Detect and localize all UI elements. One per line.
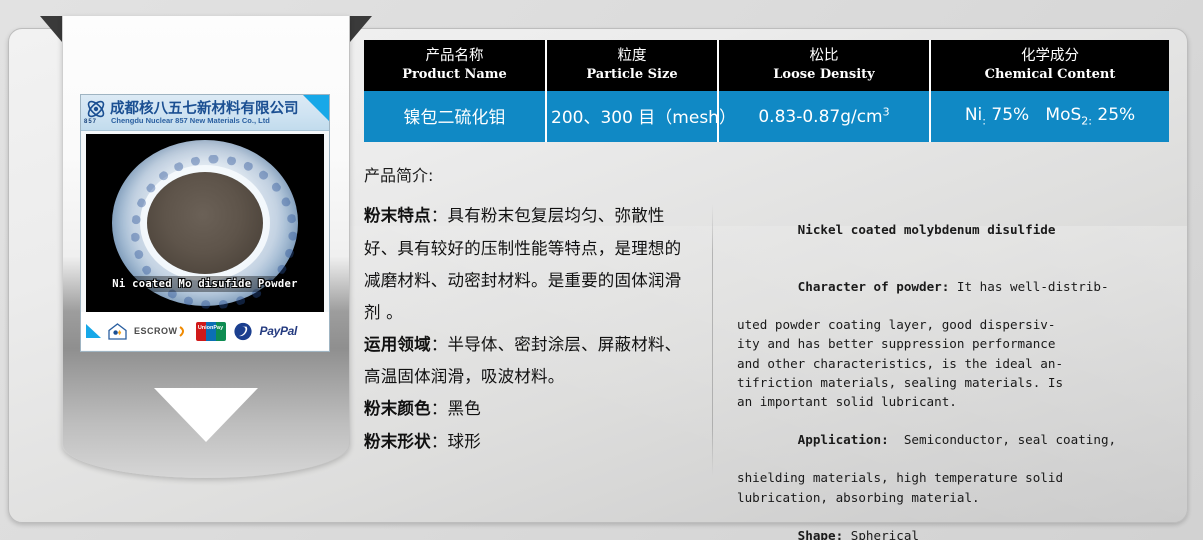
en-text-application-head: Semiconductor, seal coating,	[888, 432, 1117, 448]
header-en: Product Name	[402, 66, 507, 82]
header-en: Chemical Content	[984, 66, 1116, 82]
cn-paragraph-powder-character: 粉末特点：具有粉末包复层均匀、弥散性好、具有较好的压制性能等特点，是理想的减磨材…	[364, 200, 696, 329]
header-chemical-content: 化学成分 Chemical Content	[930, 40, 1169, 92]
payment-swirl-icon[interactable]	[233, 322, 253, 341]
cell-particle-size: 200、300 目（mesh）	[546, 91, 736, 143]
header-particle-size: 粒度 Particle Size	[546, 40, 719, 92]
density-exponent: 3	[882, 105, 890, 119]
en-text-character-head: It has well-distrib-	[949, 279, 1109, 295]
right-content: 产品名称 Product Name 粒度 Particle Size 松比 Lo…	[364, 40, 1176, 540]
en-title-text: Nickel coated molybdenum disulfide	[797, 221, 1056, 237]
cn-paragraph-color: 粉末颜色：黑色	[364, 393, 696, 425]
ribbon-fold-right-icon	[350, 16, 372, 42]
cn-paragraph-shape: 粉末形状：球形	[364, 426, 696, 458]
en-shape-line: Shape: Spherical	[737, 507, 1176, 540]
company-name-cn: 成都核八五七新材料有限公司	[110, 101, 299, 117]
product-card: 857 成都核八五七新材料有限公司 Chengdu Nuclear 857 Ne…	[80, 94, 330, 352]
down-arrow-icon	[154, 388, 258, 442]
en-value-shape: Spherical	[843, 527, 919, 540]
cell-chemical-content: Ni: 75% MoS2: 25%	[930, 91, 1169, 143]
en-character-body: uted powder coating layer, good dispersi…	[737, 317, 1064, 409]
description-columns: 粉末特点：具有粉末包复层均匀、弥散性好、具有较好的压制性能等特点，是理想的减磨材…	[364, 200, 1176, 540]
header-cn: 化学成分	[1021, 48, 1079, 64]
table-header-row: 产品名称 Product Name 粒度 Particle Size 松比 Lo…	[364, 40, 1169, 92]
english-description: Nickel coated molybdenum disulfide Chara…	[713, 200, 1176, 540]
cell-loose-density: 0.83-0.87g/cm3	[718, 91, 931, 143]
cn-text-shape: ：球形	[430, 431, 481, 451]
payment-badges-row: ESCROW UnionPay PayPal	[81, 312, 329, 350]
en-label-shape: Shape:	[797, 527, 844, 540]
cn-label-color: 粉末颜色	[364, 399, 431, 419]
en-application-body: shielding materials, high temperature so…	[737, 470, 1064, 505]
specification-table: 产品名称 Product Name 粒度 Particle Size 松比 Lo…	[364, 40, 1169, 143]
en-character-first-line: Character of powder: It has well-distrib…	[737, 258, 1176, 315]
ribbon-fold-left-icon	[40, 16, 62, 42]
header-cn: 松比	[809, 48, 839, 64]
header-cn: 粒度	[617, 48, 647, 64]
en-application-first-line: Application: Semiconductor, seal coating…	[737, 411, 1176, 468]
company-name-en: Chengdu Nuclear 857 New Materials Co., L…	[111, 116, 270, 125]
header-en: Particle Size	[586, 66, 678, 82]
card-header: 857 成都核八五七新材料有限公司 Chengdu Nuclear 857 Ne…	[81, 95, 329, 131]
cn-label-powder-character: 粉末特点	[364, 206, 431, 226]
header-loose-density: 松比 Loose Density	[718, 40, 931, 92]
chem-mos-value: 25%	[1097, 104, 1136, 125]
chem-ni-symbol: Ni	[964, 104, 983, 125]
unionpay-label: UnionPay	[195, 321, 226, 341]
chem-ni-value: 75%	[991, 104, 1030, 125]
value-product-name: 镍包二硫化钼	[403, 108, 506, 129]
cell-product-name: 镍包二硫化钼	[364, 91, 547, 143]
photo-caption: Ni coated Mo disufide Powder	[86, 276, 324, 292]
paypal-label: PayPal	[259, 324, 298, 338]
value-chemical-content: Ni: 75% MoS2: 25%	[964, 104, 1136, 128]
cn-label-application: 运用领域	[364, 335, 431, 355]
table-row: 镍包二硫化钼 200、300 目（mesh） 0.83-0.87g/cm3 Ni…	[364, 91, 1169, 143]
blue-triangle-icon	[303, 95, 329, 121]
en-label-application: Application:	[797, 432, 889, 448]
product-photo: Ni coated Mo disufide Powder	[86, 134, 324, 312]
left-ribbon-banner: 857 成都核八五七新材料有限公司 Chengdu Nuclear 857 Ne…	[40, 16, 372, 492]
alibaba-trust-house-icon[interactable]	[108, 322, 127, 340]
cn-label-shape: 粉末形状	[364, 431, 431, 451]
header-cn: 产品名称	[425, 48, 484, 64]
en-title: Nickel coated molybdenum disulfide	[737, 200, 1176, 257]
chem-mos-symbol: MoS	[1045, 104, 1082, 125]
density-number: 0.83-0.87g/cm	[758, 106, 883, 127]
paypal-badge[interactable]: PayPal	[260, 324, 298, 338]
logo-code-label: 857	[84, 119, 98, 125]
atom-icon	[85, 98, 107, 120]
value-loose-density: 0.83-0.87g/cm3	[758, 105, 890, 127]
cn-paragraph-application: 运用领域：半导体、密封涂层、屏蔽材料、高温固体润滑，吸波材料。	[364, 329, 696, 393]
value-particle-size: 200、300 目（mesh）	[551, 108, 736, 129]
blue-triangle-icon	[86, 324, 101, 338]
header-product-name: 产品名称 Product Name	[364, 40, 547, 92]
intro-label: 产品简介:	[364, 166, 434, 186]
header-en: Loose Density	[773, 66, 875, 82]
chinese-description: 粉末特点：具有粉末包复层均匀、弥散性好、具有较好的压制性能等特点，是理想的减磨材…	[364, 200, 712, 540]
cn-text-color: ：黑色	[430, 399, 481, 419]
unionpay-card-icon[interactable]: UnionPay	[195, 321, 226, 341]
escrow-label: ESCROW	[134, 326, 178, 336]
en-label-character: Character of powder:	[797, 279, 950, 295]
escrow-badge[interactable]: ESCROW	[134, 325, 189, 337]
